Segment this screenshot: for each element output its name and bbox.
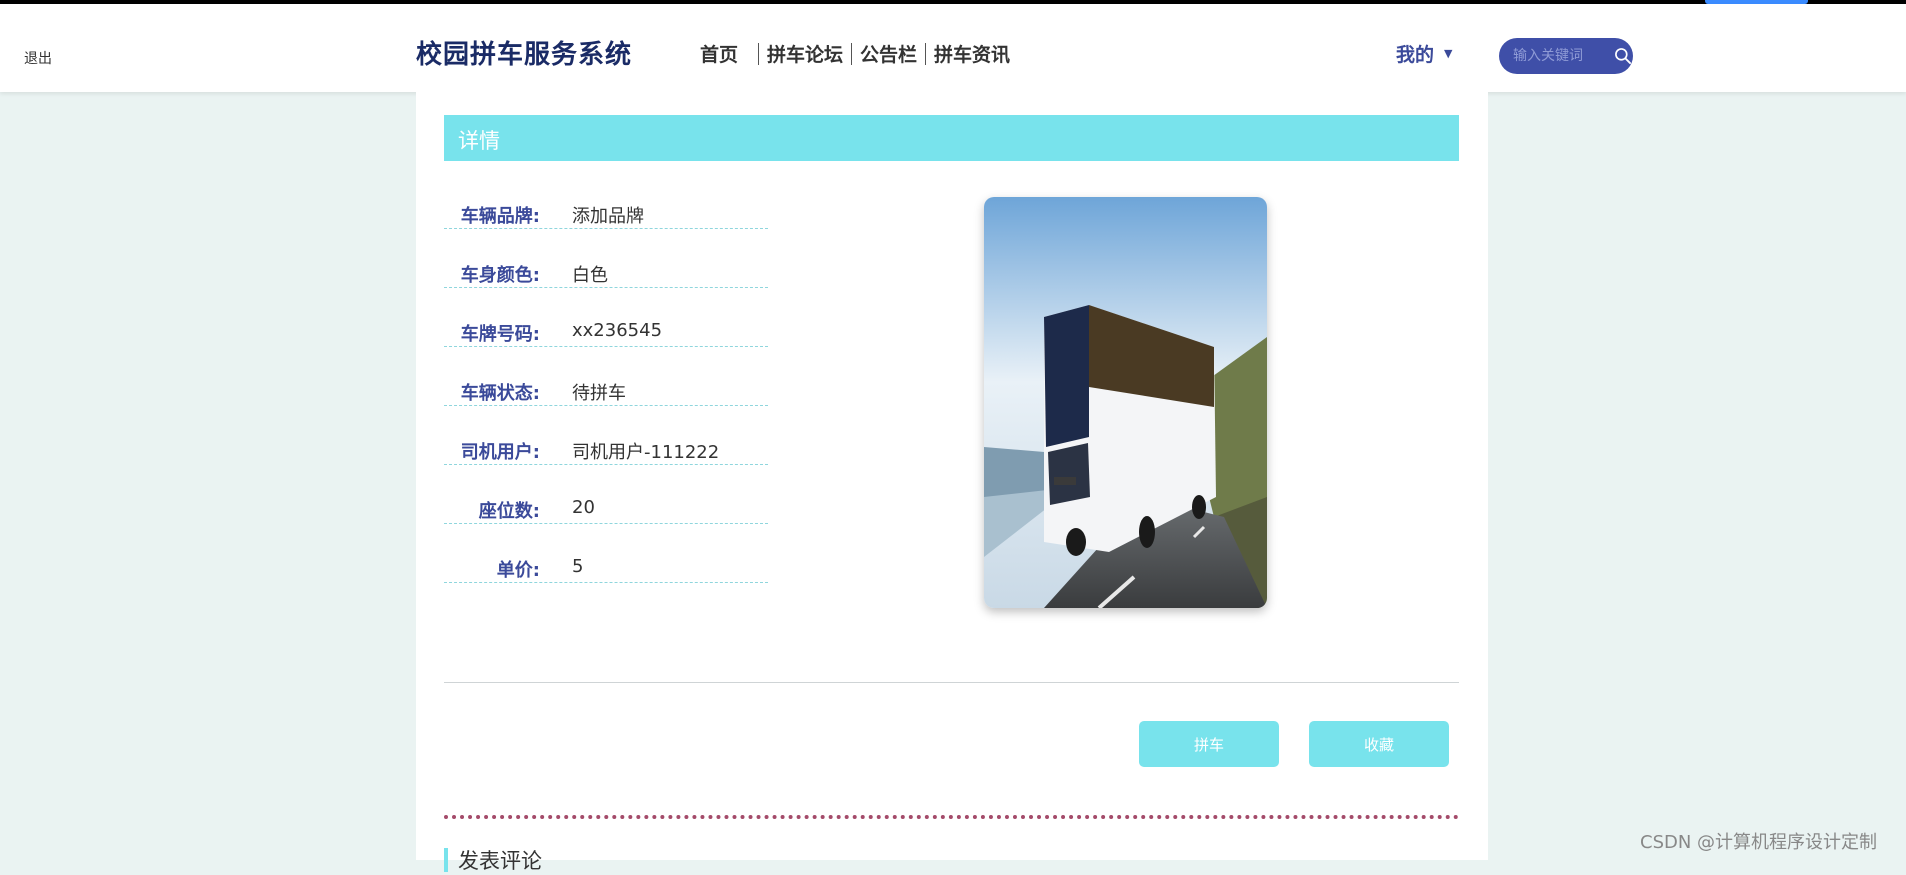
content-divider xyxy=(444,682,1459,683)
carpool-button[interactable]: 拼车 xyxy=(1139,721,1279,767)
field-label: 车辆品牌: xyxy=(460,206,540,227)
nav-news[interactable]: 拼车资讯 xyxy=(926,40,1018,67)
nav-notice-board[interactable]: 公告栏 xyxy=(852,40,925,67)
bus-image xyxy=(984,197,1267,608)
field-value: 司机用户-111222 xyxy=(572,442,720,463)
site-title: 校园拼车服务系统 xyxy=(416,40,633,70)
field-label: 车牌号码: xyxy=(460,324,540,345)
field-row: 车身颜色: 白色 xyxy=(444,249,768,288)
chevron-down-icon: ▼ xyxy=(1444,47,1453,60)
field-value: 添加品牌 xyxy=(572,206,644,227)
field-row: 座位数: 20 xyxy=(444,485,768,524)
search-box xyxy=(1499,38,1633,74)
field-row: 车牌号码: xx236545 xyxy=(444,308,768,347)
favorite-button[interactable]: 收藏 xyxy=(1309,721,1449,767)
nav-forum[interactable]: 拼车论坛 xyxy=(759,40,851,67)
vehicle-photo xyxy=(984,197,1267,608)
field-label: 座位数: xyxy=(478,501,540,522)
field-value: 20 xyxy=(572,497,595,518)
header: 退出 校园拼车服务系统 首页 拼车论坛 公告栏 拼车资讯 我的 ▼ xyxy=(0,4,1906,92)
search-input[interactable] xyxy=(1511,47,1607,65)
main-nav: 首页 拼车论坛 公告栏 拼车资讯 xyxy=(690,40,1018,67)
field-value: 5 xyxy=(572,556,584,577)
field-row: 车辆品牌: 添加品牌 xyxy=(444,190,768,229)
section-marker xyxy=(444,848,448,872)
field-label: 司机用户: xyxy=(460,442,540,463)
field-row: 车辆状态: 待拼车 xyxy=(444,367,768,406)
dotted-separator xyxy=(444,815,1459,819)
watermark: CSDN @计算机程序设计定制 xyxy=(1640,832,1878,853)
field-value: 白色 xyxy=(572,265,608,286)
field-label: 车辆状态: xyxy=(460,383,540,404)
detail-header: 详情 xyxy=(444,115,1459,161)
field-label: 单价: xyxy=(496,560,540,581)
search-icon[interactable] xyxy=(1613,45,1633,67)
section-title: 详情 xyxy=(458,129,500,153)
my-account-menu[interactable]: 我的 ▼ xyxy=(1396,40,1452,67)
field-value: 待拼车 xyxy=(572,383,626,404)
field-row: 司机用户: 司机用户-111222 xyxy=(444,426,768,465)
comment-section-title: 发表评论 xyxy=(458,849,542,873)
my-account-label: 我的 xyxy=(1396,44,1435,66)
field-value: xx236545 xyxy=(572,320,663,341)
exit-link[interactable]: 退出 xyxy=(24,48,52,68)
comment-section-header: 发表评论 xyxy=(444,845,542,875)
nav-home[interactable]: 首页 xyxy=(690,40,758,67)
field-label: 车身颜色: xyxy=(460,265,540,286)
field-row: 单价: 5 xyxy=(444,544,768,583)
